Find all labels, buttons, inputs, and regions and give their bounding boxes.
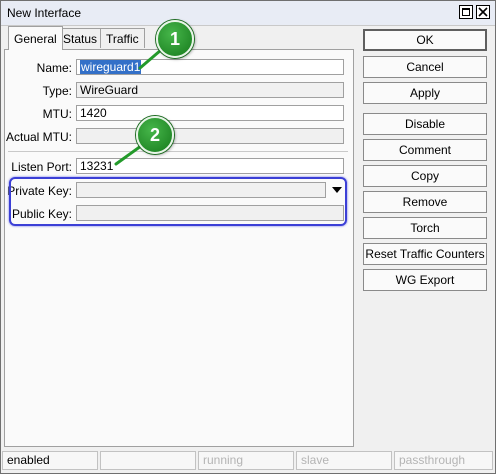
ok-button[interactable]: OK	[363, 29, 487, 51]
actual-mtu-label: Actual MTU:	[5, 130, 72, 144]
disable-button[interactable]: Disable	[363, 113, 487, 135]
status-passthrough: passthrough	[394, 451, 493, 470]
tab-status[interactable]: Status	[57, 28, 104, 48]
comment-button[interactable]: Comment	[363, 139, 487, 161]
tab-general-label: General	[14, 32, 57, 46]
section-divider	[8, 151, 348, 152]
remove-button[interactable]: Remove	[363, 191, 487, 213]
copy-button[interactable]: Copy	[363, 165, 487, 187]
title-bar: New Interface	[1, 1, 495, 26]
name-label: Name:	[36, 61, 72, 75]
callout-2: 2	[136, 116, 174, 154]
name-field[interactable]: wireguard1	[76, 59, 344, 75]
key-fields-highlight	[9, 177, 347, 226]
type-label: Type:	[42, 84, 72, 98]
window-title: New Interface	[7, 6, 82, 20]
status-slave: slave	[296, 451, 392, 470]
status-enabled: enabled	[2, 451, 98, 470]
maximize-icon[interactable]	[459, 5, 473, 19]
tab-status-label: Status	[63, 32, 98, 46]
name-value: wireguard1	[80, 60, 142, 74]
torch-button[interactable]: Torch	[363, 217, 487, 239]
close-icon[interactable]	[476, 5, 490, 19]
actual-mtu-field	[76, 128, 344, 144]
mtu-label: MTU:	[42, 107, 72, 121]
cancel-button[interactable]: Cancel	[363, 56, 487, 78]
tab-general[interactable]: General	[8, 26, 63, 50]
tab-traffic-label: Traffic	[106, 32, 139, 46]
tab-traffic[interactable]: Traffic	[100, 28, 145, 48]
reset-traffic-counters-button[interactable]: Reset Traffic Counters	[363, 243, 487, 265]
type-field: WireGuard	[76, 82, 344, 98]
status-empty	[100, 451, 196, 470]
mtu-field[interactable]: 1420	[76, 105, 344, 121]
wg-export-button[interactable]: WG Export	[363, 269, 487, 291]
status-bar: enabled running slave passthrough	[2, 451, 494, 470]
callout-1: 1	[156, 20, 194, 58]
apply-button[interactable]: Apply	[363, 82, 487, 104]
listen-port-label: Listen Port:	[11, 160, 72, 174]
listen-port-field[interactable]: 13231	[76, 158, 344, 174]
status-running: running	[198, 451, 294, 470]
